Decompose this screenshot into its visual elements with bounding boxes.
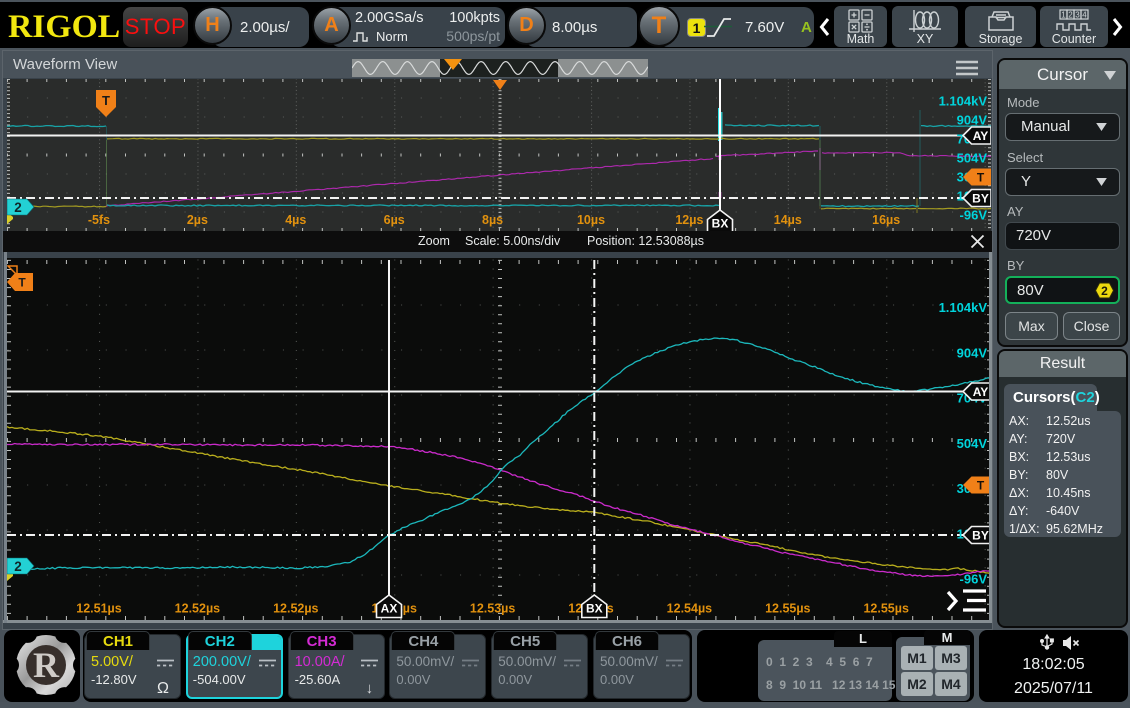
svg-text:12.52µs: 12.52µs	[175, 602, 220, 616]
svg-text:-96V: -96V	[960, 572, 988, 587]
svg-text:12.55µs: 12.55µs	[863, 602, 908, 616]
svg-text:4µs: 4µs	[285, 213, 306, 227]
svg-text:T: T	[102, 93, 110, 108]
svg-text:4: 4	[1082, 11, 1087, 20]
svg-text:AY: AY	[973, 129, 989, 143]
svg-text:2: 2	[1068, 11, 1073, 20]
svg-text:10µs: 10µs	[577, 213, 605, 227]
svg-text:12.51µs: 12.51µs	[76, 602, 121, 616]
svg-text:2: 2	[14, 200, 22, 215]
svg-text:12.54µs: 12.54µs	[667, 602, 712, 616]
svg-text:3: 3	[1075, 11, 1080, 20]
svg-text:BX: BX	[586, 602, 603, 616]
svg-text:904V: 904V	[957, 113, 988, 128]
svg-text:BY: BY	[972, 192, 989, 206]
svg-text:-5fs: -5fs	[88, 213, 110, 227]
svg-text:AX: AX	[381, 602, 398, 616]
svg-text:504V: 504V	[957, 436, 988, 451]
svg-text:AY: AY	[973, 385, 989, 399]
svg-text:8µs: 8µs	[482, 213, 503, 227]
svg-text:-96V: -96V	[960, 208, 988, 223]
svg-text:504V: 504V	[957, 151, 988, 166]
svg-text:12.52µs: 12.52µs	[273, 602, 318, 616]
svg-text:1.104kV: 1.104kV	[939, 94, 988, 109]
svg-text:T: T	[977, 479, 985, 493]
svg-text:2µs: 2µs	[187, 213, 208, 227]
svg-text:1.104kV: 1.104kV	[939, 300, 988, 315]
svg-text:T: T	[18, 276, 26, 290]
svg-text:T: T	[977, 171, 985, 185]
svg-text:1: 1	[1061, 11, 1066, 20]
svg-text:14µs: 14µs	[774, 213, 802, 227]
svg-text:6µs: 6µs	[384, 213, 405, 227]
svg-text:904V: 904V	[957, 345, 988, 360]
svg-text:2: 2	[1101, 284, 1108, 298]
svg-text:R: R	[33, 645, 60, 685]
svg-text:BY: BY	[972, 529, 989, 543]
svg-text:12µs: 12µs	[675, 213, 703, 227]
svg-text:2: 2	[14, 559, 22, 574]
svg-text:12.53µs: 12.53µs	[470, 602, 515, 616]
svg-text:16µs: 16µs	[872, 213, 900, 227]
svg-text:12.55µs: 12.55µs	[765, 602, 810, 616]
svg-text:BX: BX	[712, 217, 729, 231]
